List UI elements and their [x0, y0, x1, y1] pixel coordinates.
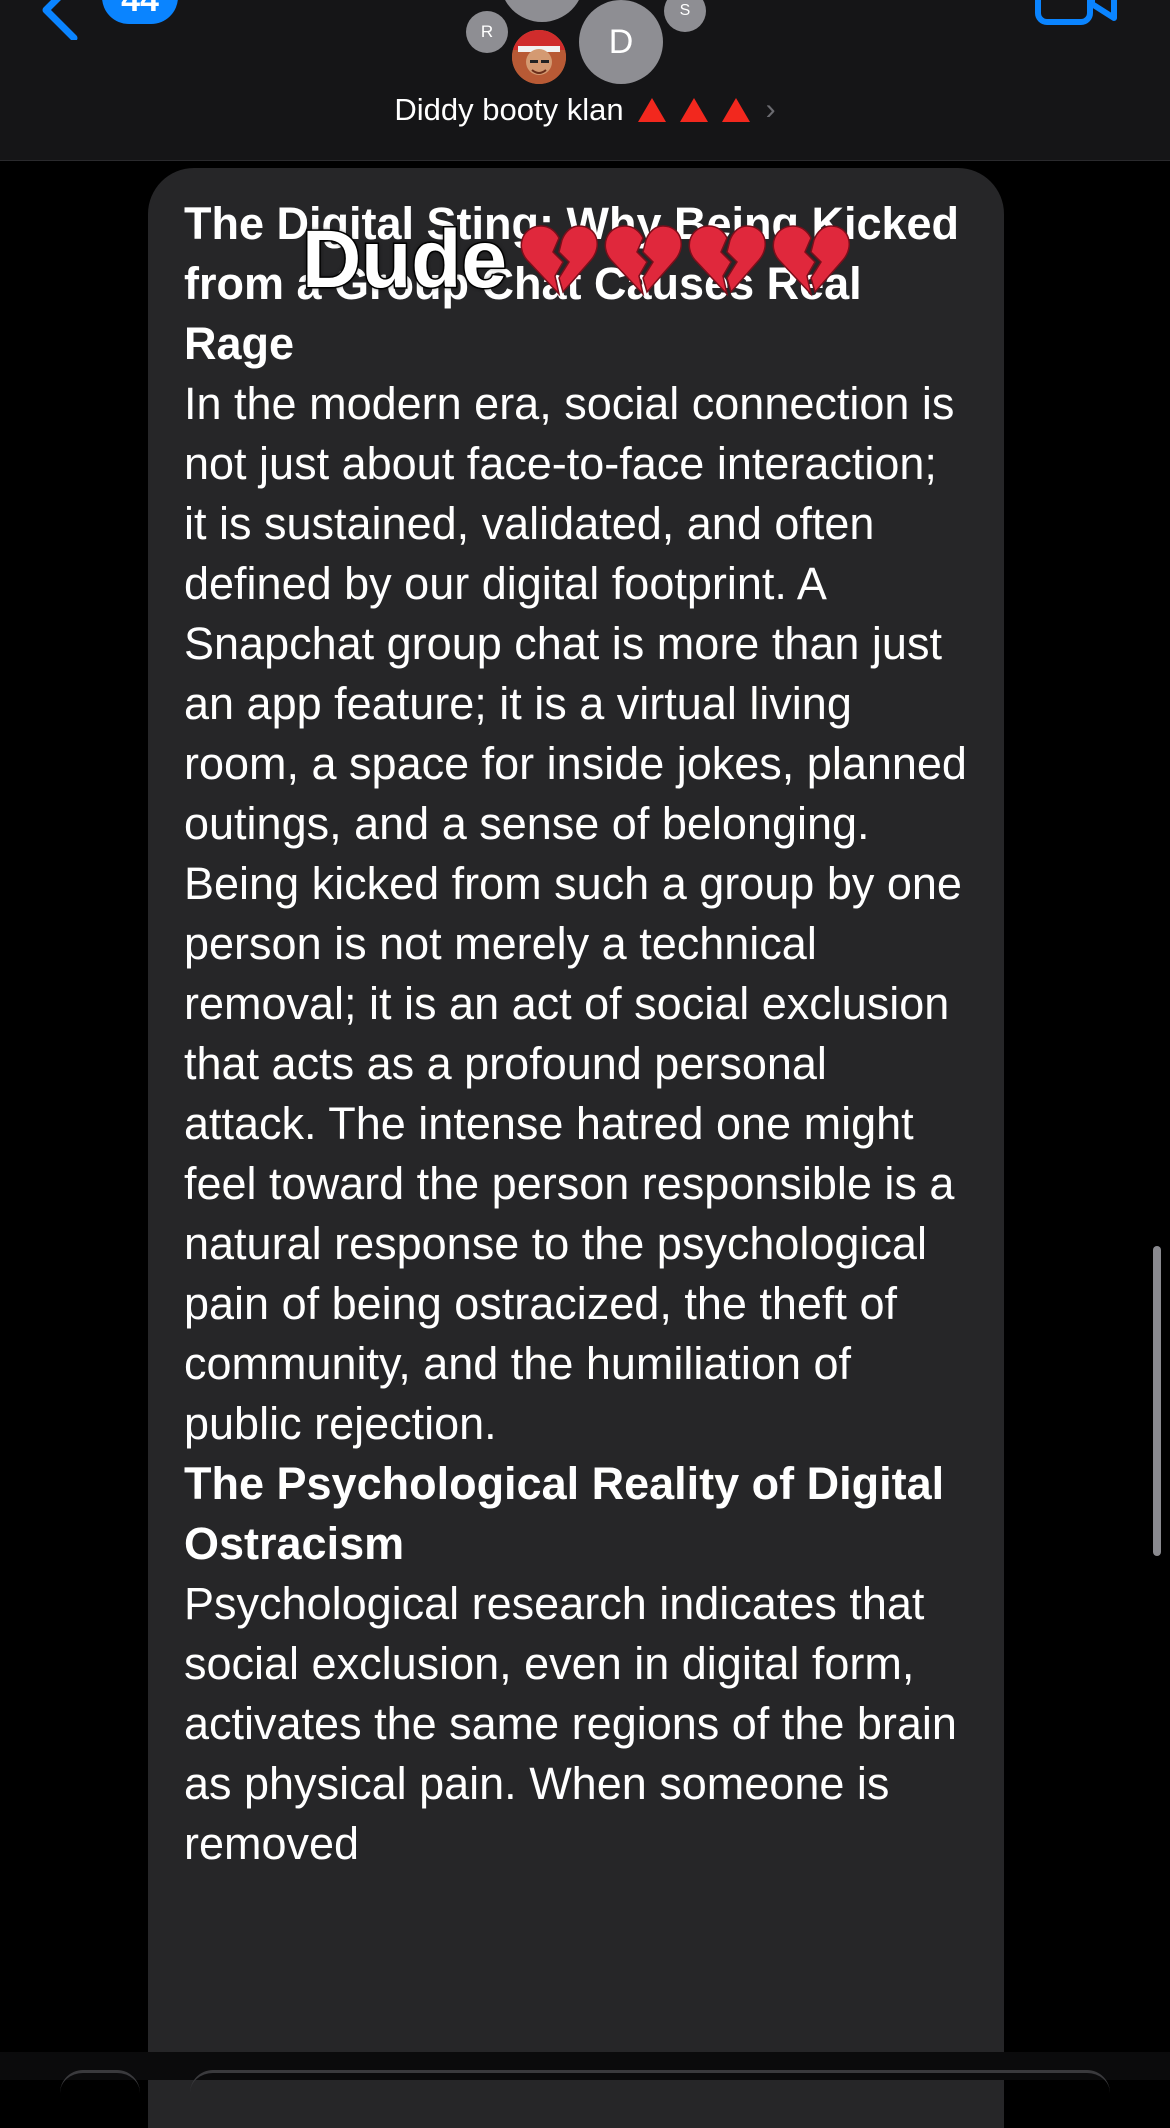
message-input[interactable]: [190, 2070, 1110, 2093]
reaction-emoji: [519, 222, 851, 298]
broken-heart-icon: [520, 225, 598, 297]
back-button[interactable]: [30, 0, 100, 40]
chevron-right-icon: ›: [765, 93, 776, 126]
message-reaction[interactable]: Dude: [301, 213, 851, 306]
message-heading: The Psychological Reality of Digital Ost…: [184, 1458, 945, 1569]
chevron-left-icon: [42, 0, 78, 40]
red-triangle-icon: [679, 98, 708, 122]
video-call-icon[interactable]: [1034, 0, 1120, 26]
broken-heart-icon: [688, 225, 766, 297]
reaction-text: Dude: [301, 213, 509, 306]
message-paragraph: In the modern era, social connection is …: [184, 378, 967, 1449]
person-photo-icon: [512, 30, 566, 84]
unread-count-badge[interactable]: 44: [102, 0, 178, 24]
plus-button[interactable]: [60, 2070, 140, 2093]
avatar-d[interactable]: D: [579, 0, 663, 84]
avatar-member[interactable]: [500, 0, 584, 22]
broken-heart-icon: [772, 225, 850, 297]
group-name[interactable]: Diddy booty klan ›: [0, 92, 1170, 128]
avatar-s[interactable]: S: [664, 0, 706, 32]
broken-heart-icon: [604, 225, 682, 297]
chat-header: 44 R D S Diddy booty klan ›: [0, 0, 1170, 161]
group-name-text: Diddy booty klan: [394, 92, 624, 127]
red-triangle-icon: [721, 98, 750, 122]
red-triangle-icon: [637, 98, 666, 122]
group-name-emoji: [637, 98, 750, 122]
message-bubble[interactable]: The Digital Sting: Why Being Kicked from…: [148, 168, 1004, 2128]
scrollbar[interactable]: [1153, 1246, 1161, 1556]
avatar-photo[interactable]: [512, 30, 566, 84]
message-paragraph: Psychological research indicates that so…: [184, 1578, 957, 1869]
avatar-r[interactable]: R: [466, 11, 508, 53]
